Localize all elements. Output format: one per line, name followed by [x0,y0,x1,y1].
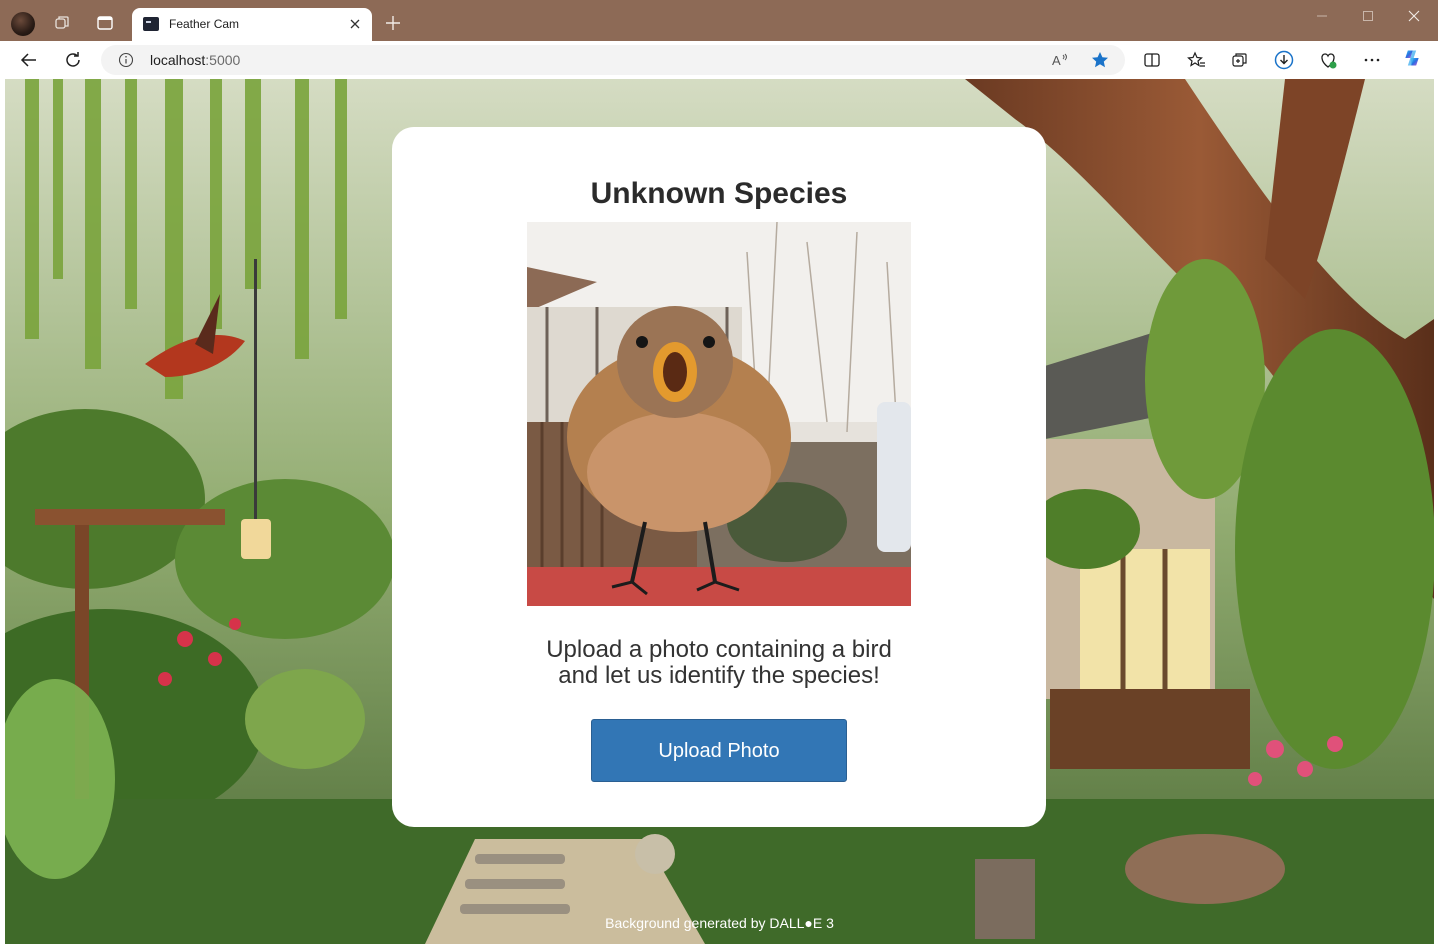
tab-close-icon[interactable] [348,17,362,31]
svg-text:A: A [1052,53,1061,68]
vertical-tabs-icon[interactable] [95,13,115,33]
collections-icon[interactable] [1230,50,1250,70]
back-icon[interactable] [19,50,39,70]
downloads-icon[interactable] [1274,50,1294,70]
workspaces-icon[interactable] [52,13,72,33]
browser-toolbar: localhost:5000 A [0,41,1438,79]
new-tab-icon[interactable] [384,14,402,32]
tab-title: Feather Cam [169,17,240,31]
active-tab[interactable]: Feather Cam [132,8,372,41]
favorites-icon[interactable] [1186,50,1206,70]
info-icon[interactable] [118,52,134,68]
species-title: Unknown Species [590,177,848,210]
page-viewport: Unknown Species Upload a photo containin… [5,79,1434,944]
read-aloud-icon[interactable]: A [1050,50,1070,70]
favorite-star-icon[interactable] [1090,50,1110,70]
bird-photo [527,222,911,606]
instruction-line-1: Upload a photo containing a bird [546,636,892,663]
url-text[interactable]: localhost:5000 [150,52,240,68]
background-credit: Background generated by DALL●E 3 [605,915,834,931]
instruction-text: Upload a photo containing a bird and let… [392,637,1046,689]
split-screen-icon[interactable] [1142,50,1162,70]
instruction-line-2: and let us identify the species! [558,662,880,689]
refresh-icon[interactable] [63,50,83,70]
upload-photo-button[interactable]: Upload Photo [591,719,847,782]
browser-window: Feather Cam localhost:5000 A Unknown Spe… [0,0,1438,948]
profile-avatar[interactable] [11,12,35,36]
browser-essentials-icon[interactable] [1318,50,1338,70]
close-icon[interactable] [1406,8,1422,24]
maximize-icon[interactable] [1360,8,1376,24]
copilot-icon[interactable] [1402,48,1426,72]
title-bar: Feather Cam [0,0,1438,41]
identify-card: Unknown Species Upload a photo containin… [392,127,1046,827]
address-bar[interactable]: localhost:5000 [101,45,1125,75]
minimize-icon[interactable] [1314,8,1330,24]
more-icon[interactable] [1362,50,1382,70]
terminal-favicon-icon [143,17,159,31]
